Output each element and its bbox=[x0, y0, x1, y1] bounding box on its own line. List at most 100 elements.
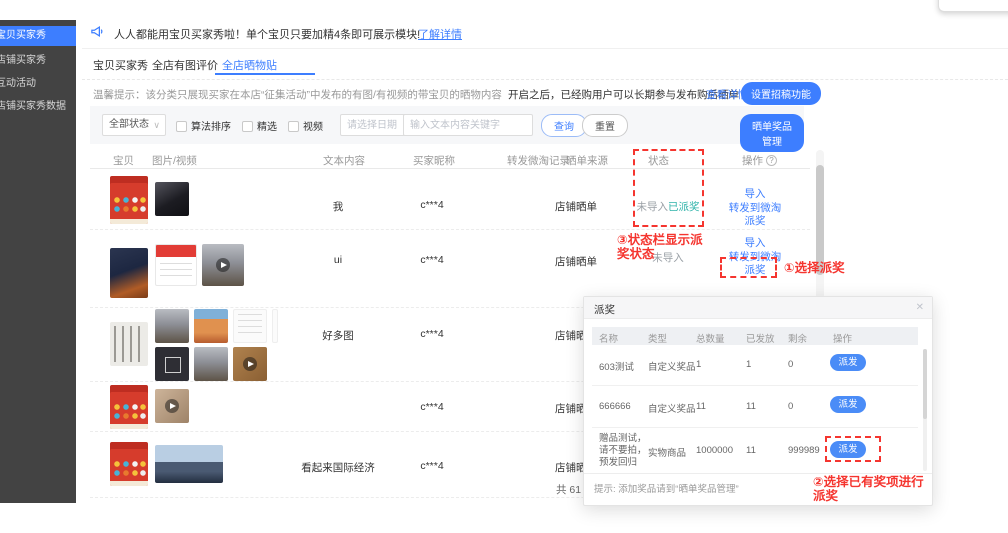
checkbox-featured[interactable]: 精选 bbox=[242, 118, 277, 133]
chevron-down-icon: ∨ bbox=[153, 115, 160, 135]
reset-button[interactable]: 重置 bbox=[582, 114, 628, 137]
play-icon bbox=[243, 357, 257, 371]
text-content: 我 bbox=[288, 199, 388, 214]
media-thumbnail[interactable] bbox=[155, 182, 189, 216]
dialog-footer-tip: 提示: 添加奖品请到“晒单奖品管理” bbox=[594, 481, 739, 495]
keyword-input-wrap bbox=[403, 114, 533, 136]
media-thumbnail[interactable] bbox=[202, 244, 244, 286]
prize-remain: 0 bbox=[788, 359, 793, 370]
help-icon[interactable]: ? bbox=[766, 155, 777, 166]
media-thumbnail[interactable] bbox=[155, 309, 189, 343]
media-thumbnail[interactable] bbox=[155, 445, 223, 483]
prize-name: 赠品测试，请不要拍，预发回归 bbox=[599, 433, 651, 469]
dlg-col-total: 总数量 bbox=[696, 331, 725, 345]
prize-manage-button[interactable]: 晒单奖品管理 bbox=[740, 114, 804, 152]
buyer-nickname: c***4 bbox=[392, 401, 472, 413]
popup-fragment bbox=[938, 0, 1008, 12]
banner-link[interactable]: 了解详情 bbox=[418, 26, 462, 42]
row-actions: 导入 转发到微淘 派奖 bbox=[715, 188, 795, 229]
show-source: 店铺晒单 bbox=[536, 199, 616, 214]
award-dialog: 派奖 ✕ 名称 类型 总数量 已发放 剩余 操作 603测试 自定义奖品 1 1… bbox=[583, 296, 933, 506]
total-count: 共 61 bbox=[556, 482, 581, 497]
col-header-text: 文本内容 bbox=[323, 153, 365, 168]
prize-remain: 999989 bbox=[788, 445, 820, 456]
text-content: 看起来国际经济 bbox=[288, 460, 388, 475]
checkbox-icon bbox=[176, 121, 187, 132]
play-icon bbox=[165, 399, 179, 413]
sidebar-item-shop-buyer-show[interactable]: 店铺买家秀 bbox=[0, 54, 76, 68]
status-select[interactable]: 全部状态 ∨ bbox=[102, 114, 166, 136]
media-thumbnail[interactable] bbox=[233, 309, 267, 343]
checkbox-algorithm-sort[interactable]: 算法排序 bbox=[176, 118, 231, 133]
setup-solicit-button[interactable]: 设置招稿功能 bbox=[741, 82, 821, 105]
keyword-input[interactable] bbox=[404, 116, 532, 136]
text-content: ui bbox=[288, 254, 388, 266]
media-thumbnail[interactable] bbox=[155, 389, 189, 423]
prize-total: 11 bbox=[696, 401, 706, 412]
buyer-nickname: c***4 bbox=[392, 254, 472, 266]
dispatch-button[interactable]: 派发 bbox=[830, 354, 866, 371]
prize-type: 实物商品 bbox=[648, 445, 686, 459]
tab-shop-show-post[interactable]: 全店晒物贴 bbox=[222, 57, 277, 73]
action-import[interactable]: 导入 bbox=[715, 188, 795, 202]
checkbox-label: 精选 bbox=[257, 122, 277, 133]
action-repost-weitao[interactable]: 转发到微淘 bbox=[715, 202, 795, 216]
checkbox-video[interactable]: 视频 bbox=[288, 118, 323, 133]
banner-divider bbox=[82, 48, 1008, 49]
col-header-repost: 转发微淘记录 bbox=[507, 153, 570, 168]
show-source: 店铺晒单 bbox=[536, 254, 616, 269]
annotation-step3: ③状态栏显示派奖状态 bbox=[617, 233, 709, 261]
tab-product-buyer-show[interactable]: 宝贝买家秀 bbox=[93, 57, 148, 73]
dialog-row-divider bbox=[592, 385, 918, 386]
product-thumbnail[interactable] bbox=[110, 385, 148, 429]
banner-text: 人人都能用宝贝买家秀啦！单个宝贝只要加精4条即可展示模块! bbox=[114, 26, 420, 42]
sidebar-item-product-buyer-show[interactable]: 宝贝买家秀 bbox=[0, 26, 76, 46]
col-header-product: 宝贝 bbox=[113, 153, 134, 168]
media-thumbnail[interactable] bbox=[155, 347, 189, 381]
tabs-divider bbox=[82, 79, 1008, 80]
product-thumbnail[interactable] bbox=[110, 322, 148, 366]
prize-name: 666666 bbox=[599, 401, 631, 412]
product-thumbnail[interactable] bbox=[110, 442, 148, 486]
dispatch-button[interactable]: 派发 bbox=[830, 396, 866, 413]
scrollbar-thumb[interactable] bbox=[816, 165, 824, 275]
status-select-value: 全部状态 bbox=[109, 119, 149, 130]
product-thumbnail[interactable] bbox=[110, 176, 148, 224]
product-thumbnail[interactable] bbox=[110, 248, 148, 298]
dlg-col-issued: 已发放 bbox=[746, 331, 775, 345]
media-thumbnail[interactable] bbox=[194, 309, 228, 343]
tab-shop-photo-review[interactable]: 全店有图评价 bbox=[152, 57, 218, 73]
media-thumbnail[interactable] bbox=[194, 347, 228, 381]
dlg-col-action: 操作 bbox=[833, 331, 852, 345]
sidebar-item-interactive-activity[interactable]: 互动活动 bbox=[0, 77, 76, 91]
search-button[interactable]: 查询 bbox=[541, 114, 587, 137]
checkbox-icon bbox=[288, 121, 299, 132]
dlg-col-remain: 剩余 bbox=[788, 331, 807, 345]
page: 宝贝买家秀 店铺买家秀 互动活动 店铺买家秀数据 人人都能用宝贝买家秀啦！单个宝… bbox=[0, 0, 1008, 533]
notice-tip: 温馨提示：该分类只展现买家在本店“征集活动”中发布的有图/有视频的带宝贝的晒物内… bbox=[93, 87, 502, 102]
close-icon[interactable]: ✕ bbox=[916, 302, 924, 313]
action-import[interactable]: 导入 bbox=[715, 237, 795, 251]
dialog-footer-divider bbox=[584, 473, 932, 474]
dialog-title: 派奖 bbox=[594, 302, 615, 317]
status-highlight-box bbox=[633, 149, 704, 227]
media-thumbnail[interactable] bbox=[272, 309, 278, 343]
text-content: 好多图 bbox=[288, 328, 388, 343]
prize-remain: 0 bbox=[788, 401, 793, 412]
action-award[interactable]: 派奖 bbox=[715, 215, 795, 229]
prize-total: 1000000 bbox=[696, 445, 733, 456]
media-thumbnail[interactable] bbox=[155, 244, 197, 286]
media-thumbnail[interactable] bbox=[233, 347, 267, 381]
buyer-nickname: c***4 bbox=[392, 199, 472, 211]
sidebar: 宝贝买家秀 店铺买家秀 互动活动 店铺买家秀数据 bbox=[0, 20, 76, 503]
checkbox-icon bbox=[242, 121, 253, 132]
dialog-scrollbar-thumb[interactable] bbox=[923, 349, 927, 419]
col-header-source: 晒单来源 bbox=[566, 153, 608, 168]
checkbox-label: 算法排序 bbox=[191, 122, 231, 133]
prize-type: 自定义奖品 bbox=[648, 359, 696, 373]
play-icon bbox=[216, 258, 230, 272]
sidebar-item-buyer-show-data[interactable]: 店铺买家秀数据 bbox=[0, 100, 76, 114]
dlg-col-type: 类型 bbox=[648, 331, 667, 345]
dialog-header: 派奖 ✕ bbox=[584, 297, 932, 319]
col-header-media: 图片/视频 bbox=[152, 153, 197, 168]
